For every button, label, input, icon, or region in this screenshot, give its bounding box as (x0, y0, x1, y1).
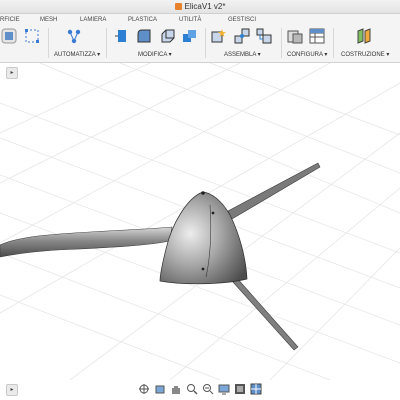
timeline-toggle-button[interactable]: ▸ (6, 384, 18, 396)
viewport-canvas (0, 63, 400, 380)
zoom-window-icon[interactable] (202, 383, 214, 395)
group-modifica[interactable]: MODIFICA ▾ (138, 51, 172, 58)
ribbon-icons (0, 26, 400, 50)
propeller-model[interactable] (0, 162, 321, 351)
document-icon (174, 3, 182, 10)
window-title: ElicaV1 v2* (184, 2, 226, 11)
shell-icon[interactable] (160, 28, 176, 44)
ribbon-group-labels: AUTOMATIZZA ▾ MODIFICA ▾ ASSEMBLA ▾ CONF… (0, 51, 400, 61)
grid-icon[interactable] (234, 383, 246, 395)
display-style-icon[interactable] (218, 383, 230, 395)
propeller-blade-left (0, 226, 173, 258)
zoom-icon[interactable] (186, 383, 198, 395)
automate-icon[interactable] (66, 28, 82, 44)
press-pull-icon[interactable] (114, 28, 130, 44)
fillet-icon[interactable] (136, 28, 152, 44)
spinner-tip-point (201, 191, 205, 195)
box-select-icon[interactable] (1, 28, 17, 44)
pan-icon[interactable] (154, 383, 166, 395)
ribbon-toolbar: RFICIE MESH LAMIERA PLASTICA UTILITÀ GES… (0, 14, 400, 63)
parameters-icon[interactable] (287, 28, 303, 44)
sketch-point (211, 211, 215, 215)
group-costruzione[interactable]: COSTRUZIONE ▾ (341, 51, 389, 58)
combine-icon[interactable] (182, 28, 198, 44)
offset-plane-icon[interactable] (356, 28, 372, 44)
tab-gestisci[interactable]: GESTISCI (228, 17, 256, 23)
hand-icon[interactable] (170, 383, 182, 395)
title-bar: ElicaV1 v2* (0, 0, 400, 14)
tab-lamiera[interactable]: LAMIERA (80, 17, 106, 23)
3d-viewport[interactable]: ▸ (0, 63, 400, 380)
viewport-corner-button[interactable]: ▸ (6, 67, 18, 79)
viewports-icon[interactable] (250, 383, 262, 395)
propeller-blade-upper-right (227, 162, 321, 220)
sketch-point (201, 267, 205, 271)
as-built-joint-icon[interactable] (256, 28, 272, 44)
orbit-icon[interactable] (138, 383, 150, 395)
joint-icon[interactable] (234, 28, 250, 44)
tab-mesh[interactable]: MESH (40, 17, 57, 23)
tab-utilita[interactable]: UTILITÀ (179, 17, 201, 23)
tab-plastica[interactable]: PLASTICA (128, 17, 157, 23)
tab-superficie[interactable]: RFICIE (0, 17, 20, 23)
group-assembla[interactable]: ASSEMBLA ▾ (224, 51, 261, 58)
group-configura[interactable]: CONFIGURA ▾ (287, 51, 327, 58)
select-nodes-icon[interactable] (24, 28, 40, 44)
propeller-blade-lower (231, 276, 299, 351)
configure-table-icon[interactable] (309, 28, 325, 44)
group-automatizza[interactable]: AUTOMATIZZA ▾ (54, 51, 100, 58)
new-component-icon[interactable] (210, 28, 226, 44)
navigation-bar (138, 382, 262, 395)
